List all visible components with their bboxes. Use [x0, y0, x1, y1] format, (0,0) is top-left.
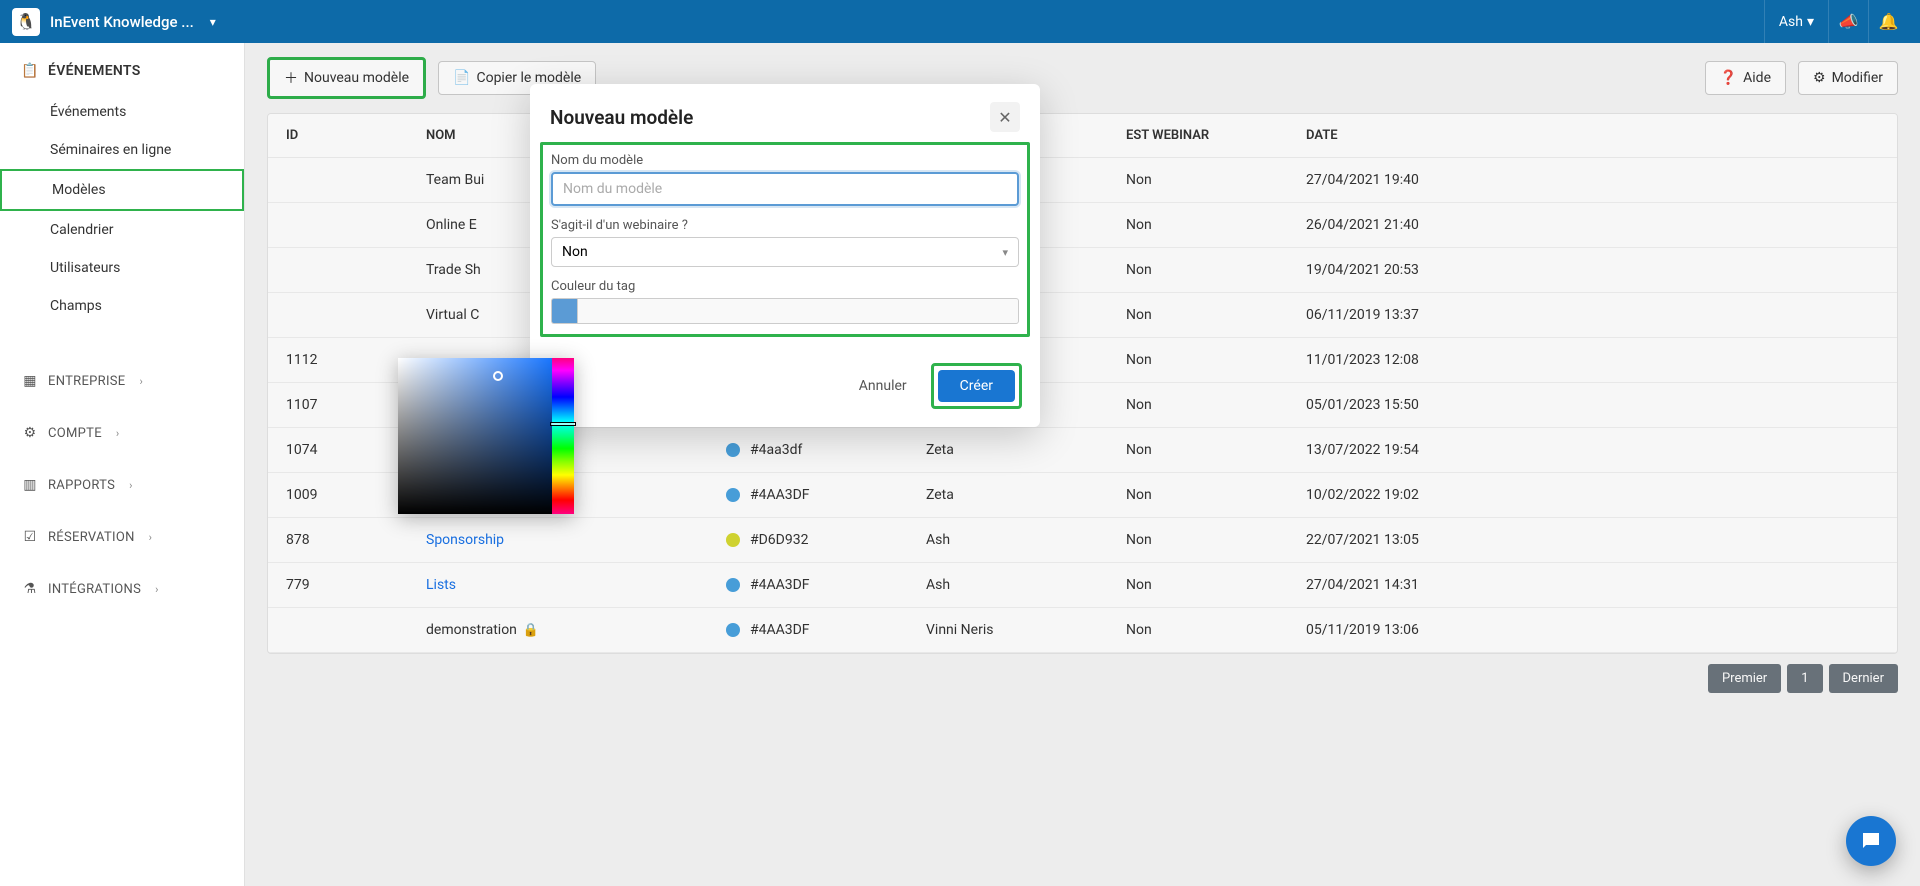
chevron-down-icon: ▾	[1002, 246, 1008, 259]
modal-title: Nouveau modèle	[550, 106, 990, 129]
sidebar: 📋 ÉVÉNEMENTS Événements Séminaires en li…	[0, 43, 245, 886]
color-label: Couleur du tag	[551, 279, 1019, 294]
building-icon: ▦	[22, 373, 38, 389]
color-hue-slider[interactable]	[552, 358, 574, 514]
notifications-icon[interactable]: 🔔	[1868, 0, 1908, 43]
topbar: 🐧 InEvent Knowledge ... ▾ Ash ▾ 📣 🔔	[0, 0, 1920, 43]
color-saturation-panel[interactable]	[398, 358, 552, 514]
chevron-right-icon: ›	[149, 531, 153, 544]
color-cursor[interactable]	[493, 371, 503, 381]
sidebar-compte[interactable]: ⚙ COMPTE ›	[0, 407, 244, 459]
flask-icon: ⚗	[22, 581, 38, 597]
chat-bubble-icon[interactable]	[1846, 816, 1896, 866]
reports-icon: ▥	[22, 477, 38, 493]
new-model-modal: Nouveau modèle ✕ Nom du modèle S'agit-il…	[530, 84, 1040, 427]
close-icon[interactable]: ✕	[990, 102, 1020, 132]
chevron-right-icon: ›	[140, 375, 144, 388]
webinar-value: Non	[562, 244, 588, 260]
model-name-input[interactable]	[551, 172, 1019, 206]
sidebar-rapports[interactable]: ▥ RAPPORTS ›	[0, 459, 244, 511]
sidebar-item-champs[interactable]: Champs	[0, 287, 244, 325]
chevron-right-icon: ›	[116, 427, 120, 440]
user-menu[interactable]: Ash ▾	[1764, 0, 1828, 43]
sidebar-item-utilisateurs[interactable]: Utilisateurs	[0, 249, 244, 287]
hue-cursor[interactable]	[550, 422, 576, 426]
chevron-down-icon: ▾	[210, 15, 216, 29]
name-label: Nom du modèle	[551, 153, 1019, 168]
sidebar-section-title[interactable]: 📋 ÉVÉNEMENTS	[0, 49, 244, 93]
cancel-button[interactable]: Annuler	[847, 370, 919, 402]
color-picker-popover[interactable]	[398, 358, 574, 514]
sidebar-item-evenements[interactable]: Événements	[0, 93, 244, 131]
brand-logo-icon: 🐧	[12, 8, 40, 36]
modal-footer: Annuler Créer	[530, 349, 1040, 427]
create-button[interactable]: Créer	[938, 370, 1015, 402]
user-name: Ash	[1779, 14, 1803, 30]
sidebar-item-modeles[interactable]: Modèles	[0, 169, 244, 211]
brand-title: InEvent Knowledge ...	[50, 13, 194, 31]
webinar-label: S'agit-il d'un webinaire ?	[551, 218, 1019, 233]
sidebar-item-calendrier[interactable]: Calendrier	[0, 211, 244, 249]
sidebar-integrations[interactable]: ⚗ INTÉGRATIONS ›	[0, 563, 244, 615]
chevron-down-icon: ▾	[1807, 14, 1814, 30]
brand[interactable]: 🐧 InEvent Knowledge ... ▾	[12, 8, 216, 36]
sidebar-entreprise[interactable]: ▦ ENTREPRISE ›	[0, 355, 244, 407]
modal-fields-highlight: Nom du modèle S'agit-il d'un webinaire ?…	[540, 142, 1030, 337]
chevron-right-icon: ›	[129, 479, 133, 492]
webinar-select[interactable]: Non ▾	[551, 237, 1019, 267]
gear-icon: ⚙	[22, 425, 38, 441]
sidebar-reservation[interactable]: ☑ RÉSERVATION ›	[0, 511, 244, 563]
calendar-icon: 📋	[22, 63, 38, 79]
reservation-icon: ☑	[22, 529, 38, 545]
topbar-right: Ash ▾ 📣 🔔	[1764, 0, 1908, 43]
chevron-right-icon: ›	[155, 583, 159, 596]
modal-header: Nouveau modèle ✕	[530, 84, 1040, 142]
create-button-highlight: Créer	[931, 363, 1022, 409]
tag-color-input[interactable]	[577, 298, 1019, 324]
announcements-icon[interactable]: 📣	[1828, 0, 1868, 43]
sidebar-item-seminaires[interactable]: Séminaires en ligne	[0, 131, 244, 169]
tag-color-swatch[interactable]	[551, 298, 577, 324]
